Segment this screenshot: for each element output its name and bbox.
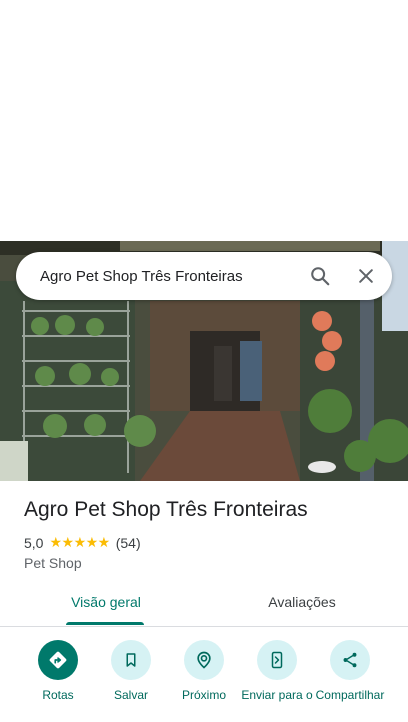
place-category: Pet Shop xyxy=(24,555,82,571)
search-icon[interactable] xyxy=(300,256,340,296)
save-button[interactable]: Salvar xyxy=(91,640,171,702)
rating-row[interactable]: 5,0 ★★★★★ (54) xyxy=(24,534,141,551)
bookmark-icon xyxy=(111,640,151,680)
review-count: (54) xyxy=(115,534,141,551)
search-bar[interactable]: Agro Pet Shop Três Fronteiras xyxy=(16,252,392,300)
nearby-icon xyxy=(184,640,224,680)
tab-reviews[interactable]: Avaliações xyxy=(242,588,362,626)
save-label: Salvar xyxy=(113,688,148,702)
send-to-phone-button[interactable]: Enviar para o xyxy=(237,640,317,702)
directions-icon xyxy=(38,640,78,680)
share-button[interactable]: Compartilhar xyxy=(310,640,390,702)
tab-bar: Visão geral Avaliações xyxy=(0,588,408,627)
share-label: Compartilhar xyxy=(315,688,385,702)
place-name: Agro Pet Shop Três Fronteiras xyxy=(24,498,308,521)
directions-label: Rotas xyxy=(42,688,74,702)
rating-value: 5,0 xyxy=(24,534,44,551)
nearby-label: Próximo xyxy=(181,688,226,702)
nearby-button[interactable]: Próximo xyxy=(164,640,244,702)
search-input[interactable]: Agro Pet Shop Três Fronteiras xyxy=(16,268,300,285)
rating-stars: ★★★★★ xyxy=(49,534,110,550)
tab-overview[interactable]: Visão geral xyxy=(46,588,166,626)
action-row: Rotas Salvar Próximo Enviar para o Compa… xyxy=(0,640,408,722)
send-to-phone-label: Enviar para o xyxy=(241,688,313,702)
tab-indicator xyxy=(66,622,144,625)
close-icon[interactable] xyxy=(346,256,386,296)
directions-button[interactable]: Rotas xyxy=(18,640,98,702)
send-to-phone-icon xyxy=(257,640,297,680)
share-icon xyxy=(330,640,370,680)
